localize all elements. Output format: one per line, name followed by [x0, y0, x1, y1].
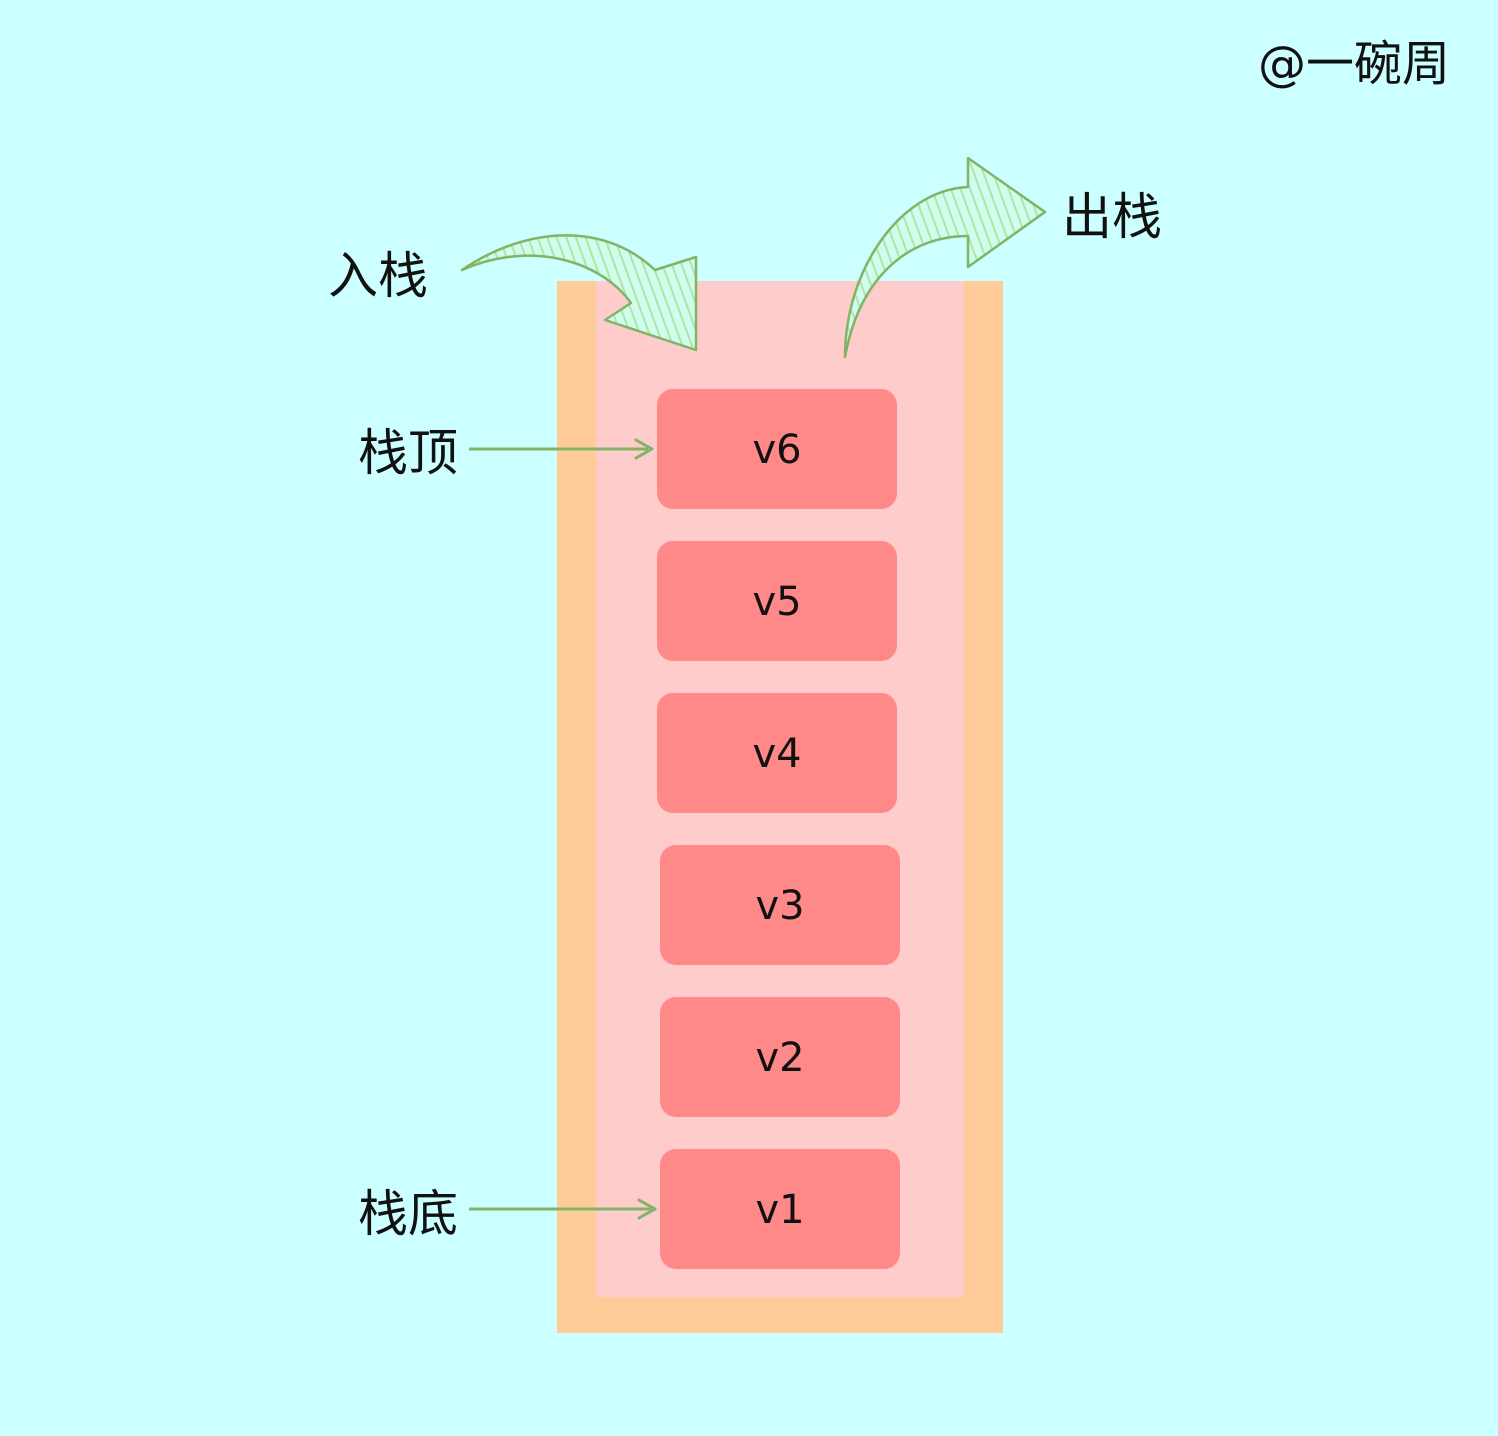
stack-item: v4 [657, 693, 897, 813]
stack-item: v2 [660, 997, 900, 1117]
stack-item: v3 [660, 845, 900, 965]
stack-item: v6 [657, 389, 897, 509]
watermark: @一碗周 [1258, 36, 1450, 92]
stack-item: v5 [657, 541, 897, 661]
stack-item-label: v4 [752, 731, 801, 777]
stack-item-label: v1 [755, 1187, 804, 1233]
stack-item-label: v2 [755, 1035, 804, 1081]
stack-item-label: v6 [752, 427, 801, 473]
stack-item-label: v5 [752, 579, 801, 625]
stack-item: v1 [660, 1149, 900, 1269]
stack-top-label: 栈顶 [358, 424, 458, 482]
stack-diagram: @一碗周 v6 v5 v4 v3 v2 v1 入栈 出栈 栈顶 栈底 [328, 36, 1450, 1333]
stack-bottom-label: 栈底 [358, 1185, 458, 1243]
pop-label: 出栈 [1062, 188, 1162, 246]
push-label: 入栈 [328, 247, 428, 305]
stack-item-label: v3 [755, 883, 804, 929]
